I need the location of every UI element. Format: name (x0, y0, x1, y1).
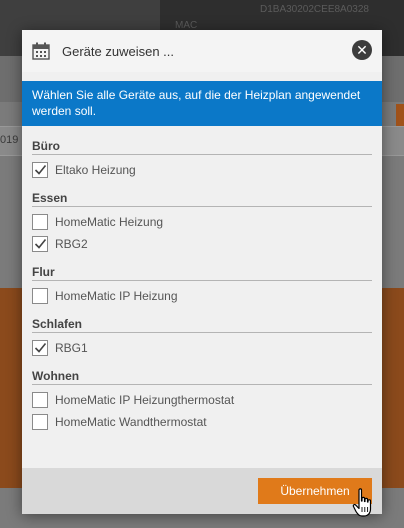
group-title: Büro (32, 139, 372, 155)
device-group: Essen HomeMatic Heizung RBG2 (32, 191, 372, 255)
device-item[interactable]: HomeMatic IP Heizung (32, 285, 372, 307)
close-icon[interactable]: ✕ (352, 40, 372, 60)
device-item[interactable]: Eltako Heizung (32, 159, 372, 181)
background-orange-tab (396, 104, 404, 128)
device-checkbox[interactable] (32, 288, 48, 304)
background-year-text: 019 (0, 134, 19, 146)
device-label: HomeMatic IP Heizung (55, 289, 178, 303)
dialog-title: Geräte zuweisen ... (62, 43, 174, 59)
device-item[interactable]: RBG2 (32, 233, 372, 255)
device-checkbox[interactable] (32, 392, 48, 408)
group-title: Schlafen (32, 317, 372, 333)
device-item[interactable]: HomeMatic Wandthermostat (32, 411, 372, 433)
assign-devices-dialog: Geräte zuweisen ... ✕ Wählen Sie alle Ge… (22, 30, 382, 514)
checkmark-icon (34, 164, 47, 175)
info-banner: Wählen Sie alle Geräte aus, auf die der … (22, 81, 382, 126)
dialog-header: Geräte zuweisen ... ✕ (22, 30, 382, 72)
device-list: Büro Eltako Heizung Essen HomeMatic Heizung… (22, 126, 382, 433)
device-label: Eltako Heizung (55, 163, 136, 177)
device-group: Schlafen RBG1 (32, 317, 372, 359)
device-label: HomeMatic Wandthermostat (55, 415, 207, 429)
dialog-footer: Übernehmen (22, 468, 382, 514)
checkmark-icon (34, 342, 47, 353)
device-group: Büro Eltako Heizung (32, 139, 372, 181)
hand-cursor-icon (352, 488, 372, 517)
group-title: Flur (32, 265, 372, 281)
device-group: Wohnen HomeMatic IP Heizungthermostat Home… (32, 369, 372, 433)
calendar-icon (32, 42, 50, 60)
device-label: HomeMatic Heizung (55, 215, 164, 229)
device-label: RBG1 (55, 341, 88, 355)
device-checkbox[interactable] (32, 236, 48, 252)
device-checkbox[interactable] (32, 214, 48, 230)
device-item[interactable]: HomeMatic Heizung (32, 211, 372, 233)
group-title: Essen (32, 191, 372, 207)
device-item[interactable]: RBG1 (32, 337, 372, 359)
checkmark-icon (34, 238, 47, 249)
device-group: Flur HomeMatic IP Heizung (32, 265, 372, 307)
device-checkbox[interactable] (32, 340, 48, 356)
device-checkbox[interactable] (32, 162, 48, 178)
device-label: RBG2 (55, 237, 88, 251)
device-label: HomeMatic IP Heizungthermostat (55, 393, 235, 407)
group-title: Wohnen (32, 369, 372, 385)
background-faded-label: D1BA30202CEE8A0328 (260, 4, 369, 15)
device-item[interactable]: HomeMatic IP Heizungthermostat (32, 389, 372, 411)
device-checkbox[interactable] (32, 414, 48, 430)
